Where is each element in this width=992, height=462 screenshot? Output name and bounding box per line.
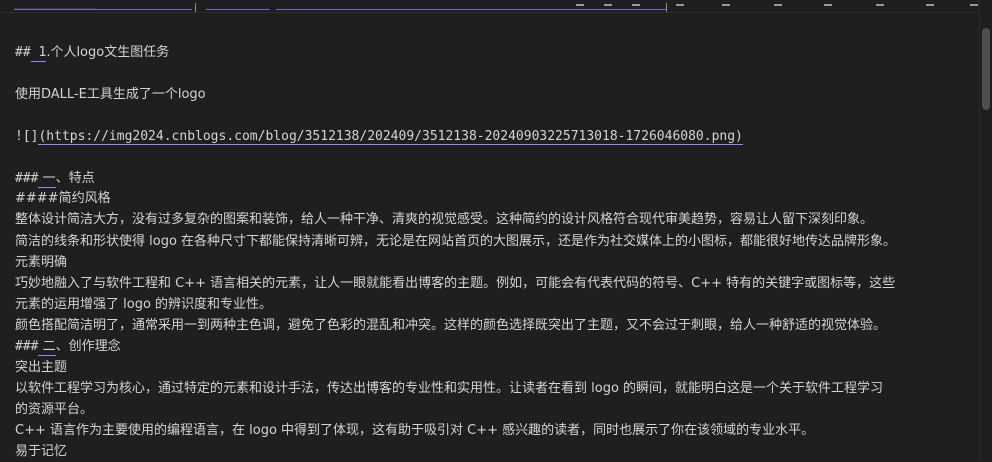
scrollbar-thumb[interactable]	[982, 28, 990, 110]
text-line: 使用DALL-E工具生成了一个logo	[15, 87, 206, 102]
image-marker: ![]	[15, 129, 39, 144]
heading-line[interactable]: ### 二、创作理念	[15, 337, 121, 357]
text-line: 元素的运用增强了 logo 的辨识度和专业性。	[15, 297, 273, 312]
heading-link-text[interactable]: 1	[30, 45, 47, 62]
heading-text: .个人logo文生图任务	[46, 45, 170, 60]
dash-icon[interactable]	[824, 0, 832, 6]
text-line: ####简约风格	[15, 191, 111, 206]
minimize-icon[interactable]	[576, 0, 584, 6]
link-underline	[14, 9, 192, 10]
text-line: C++ 语言作为主要使用的编程语言，在 logo 中得到了体现，这有助于吸引对 …	[15, 423, 815, 438]
table-separator	[195, 3, 196, 12]
dash-icon[interactable]	[926, 0, 934, 6]
heading-marker: ##	[15, 45, 31, 60]
dash-icon[interactable]	[774, 0, 782, 6]
heading-text: 、创作理念	[55, 339, 121, 354]
text-line: 突出主题	[15, 360, 68, 375]
partial-table-row	[0, 0, 980, 13]
dash-icon[interactable]	[722, 0, 730, 6]
dash-icon[interactable]	[604, 0, 612, 6]
heading-line[interactable]: ### 一、特点	[15, 169, 95, 189]
heading-link-text[interactable]: 一	[38, 171, 56, 188]
dash-icon[interactable]	[632, 0, 640, 6]
text-line: 的资源平台。	[15, 402, 94, 417]
image-link-line[interactable]: ![](https://img2024.cnblogs.com/blog/351…	[15, 127, 743, 147]
tab-underline	[14, 0, 96, 9]
text-line: 巧妙地融入了与软件工程和 C++ 语言相关的元素，让人一眼就能看出博客的主题。例…	[15, 276, 896, 291]
heading-marker: ###	[15, 171, 39, 186]
text-line: 颜色搭配简洁明了，通常采用一到两种主色调，避免了色彩的混乱和冲突。这样的颜色选择…	[15, 318, 887, 333]
vertical-scrollbar[interactable]	[979, 0, 992, 461]
text-line: 易于记忆	[15, 444, 68, 459]
dash-icon[interactable]	[970, 0, 978, 6]
heading-line[interactable]: ## 1.个人logo文生图任务	[15, 43, 169, 63]
table-separator	[666, 3, 667, 12]
link-underline	[206, 9, 270, 10]
text-line: 整体设计简洁大方，没有过多复杂的图案和装饰，给人一种干净、清爽的视觉感受。这种简…	[15, 212, 874, 227]
heading-marker: ###	[15, 339, 39, 354]
text-line: 简洁的线条和形状使得 logo 在各种尺寸下都能保持清晰可辨，无论是在网站首页的…	[15, 234, 897, 249]
heading-text: 、特点	[55, 171, 95, 186]
text-line: 元素明确	[15, 255, 68, 270]
dash-icon[interactable]	[876, 0, 884, 6]
heading-link-text[interactable]: 二	[38, 339, 56, 356]
text-line: 以软件工程学习为核心，通过特定的元素和设计手法，传达出博客的专业性和实用性。让读…	[15, 381, 884, 396]
link-underline	[276, 9, 666, 10]
image-url-link[interactable]: (https://img2024.cnblogs.com/blog/351213…	[38, 129, 743, 145]
markdown-editor[interactable]: ## 1.个人logo文生图任务 使用DALL-E工具生成了一个logo ![]…	[0, 0, 980, 461]
dash-icon[interactable]	[676, 0, 684, 6]
